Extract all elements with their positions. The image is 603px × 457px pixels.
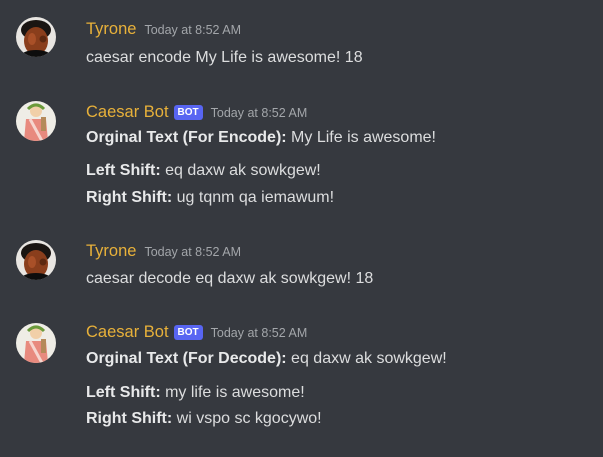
user-avatar-icon[interactable] — [16, 240, 56, 280]
message-line: Left Shift: eq daxw ak sowkgew! — [86, 160, 321, 182]
line-value: eq daxw ak sowkgew! — [160, 162, 321, 179]
timestamp[interactable]: Today at 8:52 AM — [144, 245, 241, 259]
message-text: caesar encode My Life is awesome! 18 — [86, 49, 363, 66]
username[interactable]: Tyrone — [86, 242, 136, 261]
line-label: Right Shift: — [86, 410, 173, 427]
line-value: my life is awesome! — [160, 384, 305, 401]
message-line: Right Shift: ug tqnm qa iemawum! — [86, 187, 334, 209]
username[interactable]: Tyrone — [86, 20, 136, 39]
line-label: Orginal Text (For Encode): — [86, 129, 287, 146]
bot-badge: BOT — [173, 105, 203, 120]
line-value: wi vspo sc kgocywo! — [172, 410, 322, 427]
line-label: Orginal Text (For Decode): — [86, 350, 287, 367]
message-line: Left Shift: my life is awesome! — [86, 382, 305, 404]
line-value: My Life is awesome! — [286, 129, 436, 146]
bot-avatar-icon[interactable] — [16, 101, 56, 141]
user-avatar-icon[interactable] — [16, 17, 56, 57]
username[interactable]: Caesar Bot — [86, 323, 169, 342]
line-value: ug tqnm qa iemawum! — [172, 189, 335, 206]
message-line: Orginal Text (For Encode): My Life is aw… — [86, 127, 436, 149]
bot-avatar-icon[interactable] — [16, 323, 56, 363]
timestamp[interactable]: Today at 8:52 AM — [144, 23, 241, 37]
timestamp[interactable]: Today at 8:52 AM — [211, 326, 308, 340]
line-value: eq daxw ak sowkgew! — [286, 350, 447, 367]
message-line: Orginal Text (For Decode): eq daxw ak so… — [86, 348, 447, 370]
line-label: Left Shift: — [86, 384, 161, 401]
line-label: Right Shift: — [86, 189, 173, 206]
timestamp[interactable]: Today at 8:52 AM — [211, 106, 308, 120]
message-line: Right Shift: wi vspo sc kgocywo! — [86, 408, 322, 430]
username[interactable]: Caesar Bot — [86, 103, 169, 122]
bot-badge: BOT — [173, 325, 203, 340]
message-text: caesar decode eq daxw ak sowkgew! 18 — [86, 270, 374, 287]
line-label: Left Shift: — [86, 162, 161, 179]
